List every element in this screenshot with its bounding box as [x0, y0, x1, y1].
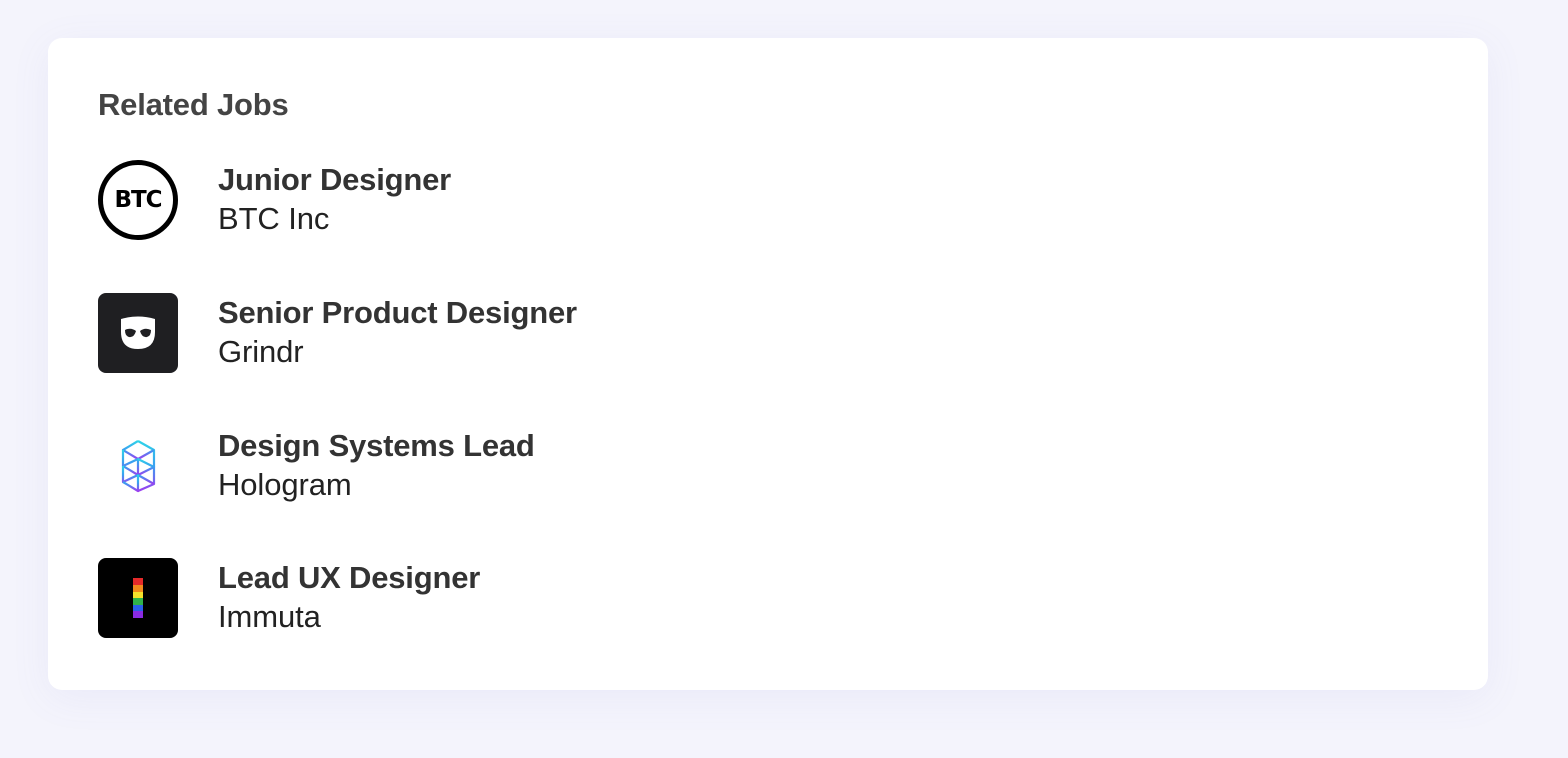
related-job-item[interactable]: Senior Product Designer Grindr	[98, 293, 798, 373]
btc-logo-icon: BTC	[98, 160, 178, 240]
related-job-item[interactable]: BTC Junior Designer BTC Inc	[98, 160, 798, 240]
job-title[interactable]: Design Systems Lead	[218, 427, 535, 465]
job-title[interactable]: Senior Product Designer	[218, 294, 577, 332]
related-jobs-heading: Related Jobs	[98, 87, 289, 122]
related-job-item[interactable]: Design Systems Lead Hologram	[98, 426, 798, 506]
job-company: BTC Inc	[218, 201, 330, 236]
job-company: Grindr	[218, 334, 304, 369]
grindr-mask-icon	[98, 293, 178, 373]
immuta-rainbow-bar-icon	[98, 558, 178, 638]
related-jobs-card: Related Jobs BTC Junior Designer BTC Inc…	[48, 38, 1488, 690]
job-title[interactable]: Lead UX Designer	[218, 559, 480, 597]
hologram-logo-icon	[98, 426, 178, 506]
job-title[interactable]: Junior Designer	[218, 161, 451, 199]
job-company: Immuta	[218, 599, 321, 634]
related-job-item[interactable]: Lead UX Designer Immuta	[98, 558, 798, 638]
job-company: Hologram	[218, 467, 352, 502]
